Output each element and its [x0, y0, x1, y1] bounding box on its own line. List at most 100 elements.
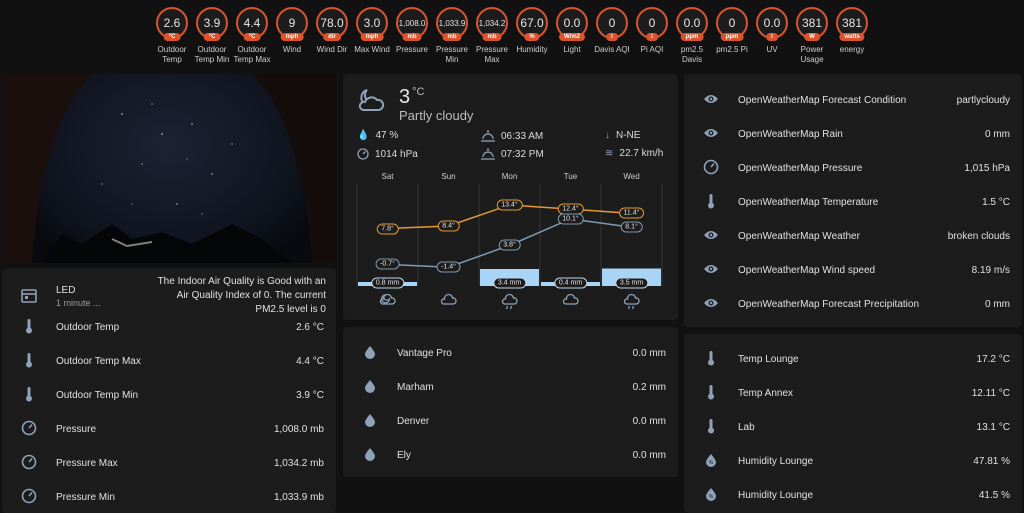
current-condition: Partly cloudy	[399, 108, 474, 123]
sunset-icon	[481, 148, 495, 160]
low-temp-label: 10.1°	[557, 213, 584, 225]
entity-row[interactable]: % Humidity Lounge 47.81 %	[684, 444, 1022, 478]
forecast-day-label: Wed	[623, 172, 640, 181]
badge-value: 0	[608, 16, 616, 30]
forecast-day-label: Tue	[563, 172, 578, 181]
badge-unit: °C	[163, 33, 181, 41]
entity-value: 1,034.2 mb	[273, 457, 324, 469]
badge-unit: mph	[280, 33, 304, 41]
entity-row[interactable]: Pressure 1,008.0 mb	[2, 412, 336, 446]
current-temperature: 3 °C	[399, 86, 425, 108]
badge-label: Light	[563, 45, 581, 54]
badge-circle: 3.9 °C	[196, 7, 228, 41]
entity-row[interactable]: Lab 13.1 °C	[684, 410, 1022, 444]
badge-outdoor-temp-max[interactable]: 4.4 °C Outdoor Temp Max	[232, 7, 272, 65]
entity-row[interactable]: Ely 0.0 mm	[343, 438, 678, 472]
badge-pressure-max[interactable]: 1,034.2 mb Pressure Max	[472, 7, 512, 65]
wind-direction-attr: ↓ N-NE	[605, 130, 641, 141]
entity-name: OpenWeatherMap Forecast Precipitation	[738, 298, 920, 310]
badge-wind-dir[interactable]: 78.0 dir Wind Dir	[312, 7, 352, 55]
arrow-down-icon: ↓	[605, 130, 610, 141]
entity-value: 1,008.0 mb	[273, 423, 324, 435]
entity-name: OpenWeatherMap Forecast Condition	[738, 94, 907, 106]
entity-name: OpenWeatherMap Rain	[738, 128, 843, 140]
entity-value: 8.19 m/s	[971, 264, 1010, 276]
entity-row[interactable]: Marham 0.2 mm	[343, 370, 678, 404]
badge-davis-aqi[interactable]: 0 i Davis AQI	[592, 7, 632, 55]
entity-value: 0 mm	[985, 128, 1010, 140]
entity-name: Denver	[397, 415, 430, 427]
entity-row[interactable]: Vantage Pro 0.0 mm	[343, 336, 678, 370]
entity-value: 2.6 °C	[296, 321, 324, 333]
entity-row[interactable]: Outdoor Temp 2.6 °C	[2, 310, 336, 344]
entity-name: Pressure Max	[56, 457, 118, 469]
badge-unit: W/m2	[558, 33, 586, 41]
badge-label: Outdoor Temp Min	[194, 45, 230, 64]
indoor-card: Temp Lounge 17.2 °C Temp Annex 12.11 °C …	[684, 334, 1022, 513]
entity-name: Outdoor Temp Min	[56, 389, 139, 401]
badge-pm2-5-pi[interactable]: 0 ppm pm2.5 Pi	[712, 7, 752, 55]
entity-value: 3.9 °C	[296, 389, 324, 401]
wind-speed-attr: ≋ 22.7 km/h	[605, 148, 664, 159]
eye-icon	[703, 93, 719, 108]
entity-row[interactable]: OpenWeatherMap Wind speed 8.19 m/s	[684, 253, 1022, 287]
thermometer-icon	[707, 350, 715, 369]
badge-unit: mb	[482, 33, 502, 41]
entity-row[interactable]: Pressure Max 1,034.2 mb	[2, 446, 336, 480]
low-temp-label: 3.8°	[498, 239, 521, 251]
badge-humidity[interactable]: 67.0 % Humidity	[512, 7, 552, 55]
badge-pi-aqi[interactable]: 0 i Pi AQI	[632, 7, 672, 55]
forecast-day-label: Mon	[501, 172, 518, 181]
badge-unit: mb	[442, 33, 462, 41]
entity-row[interactable]: % Humidity Lounge 41.5 %	[684, 478, 1022, 512]
weather-forecast-card[interactable]: 3 °C Partly cloudy 💧 47 % 1014 hPa 06:33 A…	[343, 74, 678, 320]
gauge-icon	[21, 420, 37, 439]
entity-name: Outdoor Temp	[56, 321, 120, 333]
badge-label: UV	[766, 45, 778, 54]
entity-name: Vantage Pro	[397, 347, 452, 359]
entity-row[interactable]: OpenWeatherMap Forecast Precipitation 0 …	[684, 287, 1022, 321]
sunrise-icon	[481, 130, 495, 142]
badge-wind[interactable]: 9 mph Wind	[272, 7, 312, 55]
badge-light[interactable]: 0.0 W/m2 Light	[552, 7, 592, 55]
badge-outdoor-temp-min[interactable]: 3.9 °C Outdoor Temp Min	[192, 7, 232, 65]
entity-row[interactable]: OpenWeatherMap Pressure 1,015 hPa	[684, 151, 1022, 185]
rain-card: Vantage Pro 0.0 mm Marham 0.2 mm Denver …	[343, 327, 678, 477]
rainy-icon	[501, 293, 518, 310]
entity-row[interactable]: OpenWeatherMap Forecast Condition partly…	[684, 83, 1022, 117]
high-temp-label: 13.4°	[496, 199, 523, 211]
entity-row[interactable]: Temp Lounge 17.2 °C	[684, 342, 1022, 376]
entity-row[interactable]: OpenWeatherMap Weather broken clouds	[684, 219, 1022, 253]
badge-energy[interactable]: 381 watts energy	[832, 7, 872, 55]
badge-value: 381	[841, 16, 863, 30]
badge-unit: mph	[360, 33, 384, 41]
badge-max-wind[interactable]: 3.0 mph Max Wind	[352, 7, 392, 55]
badge-outdoor-temp[interactable]: 2.6 °C Outdoor Temp	[152, 7, 192, 65]
badge-pressure-min[interactable]: 1,033.9 mb Pressure Min	[432, 7, 472, 65]
eye-icon	[703, 127, 719, 142]
entity-row[interactable]: Outdoor Temp Min 3.9 °C	[2, 378, 336, 412]
badge-value: 67.0	[520, 16, 544, 30]
partly-cloudy-night-icon	[379, 293, 396, 305]
entity-row[interactable]: OpenWeatherMap Temperature 1.5 °C	[684, 185, 1022, 219]
badge-uv[interactable]: 0.0 i UV	[752, 7, 792, 55]
partly-cloudy-night-icon	[358, 89, 385, 111]
entity-row[interactable]: Pressure Min 1,033.9 mb	[2, 480, 336, 513]
badge-unit: ppm	[680, 33, 704, 41]
svg-text:%: %	[709, 494, 714, 500]
thermometer-icon	[707, 384, 715, 403]
badge-value: 78.0	[320, 16, 344, 30]
entity-name: Marham	[397, 381, 434, 393]
entity-row[interactable]: Denver 0.0 mm	[343, 404, 678, 438]
badge-power-usage[interactable]: 381 W Power Usage	[792, 7, 832, 65]
entity-name: OpenWeatherMap Wind speed	[738, 264, 876, 276]
precip-label: 3.5 mm	[614, 277, 649, 289]
sky-camera-image[interactable]	[2, 74, 336, 263]
badge-value: 3.0	[363, 16, 381, 30]
entity-row[interactable]: Temp Annex 12.11 °C	[684, 376, 1022, 410]
entity-row[interactable]: Outdoor Temp Max 4.4 °C	[2, 344, 336, 378]
badge-pm2-5-davis[interactable]: 0.0 ppm pm2.5 Davis	[672, 7, 712, 65]
badge-pressure[interactable]: 1,008.0 mb Pressure	[392, 7, 432, 55]
entity-row[interactable]: OpenWeatherMap Rain 0 mm	[684, 117, 1022, 151]
entity-value: 1,033.9 mb	[273, 491, 324, 503]
